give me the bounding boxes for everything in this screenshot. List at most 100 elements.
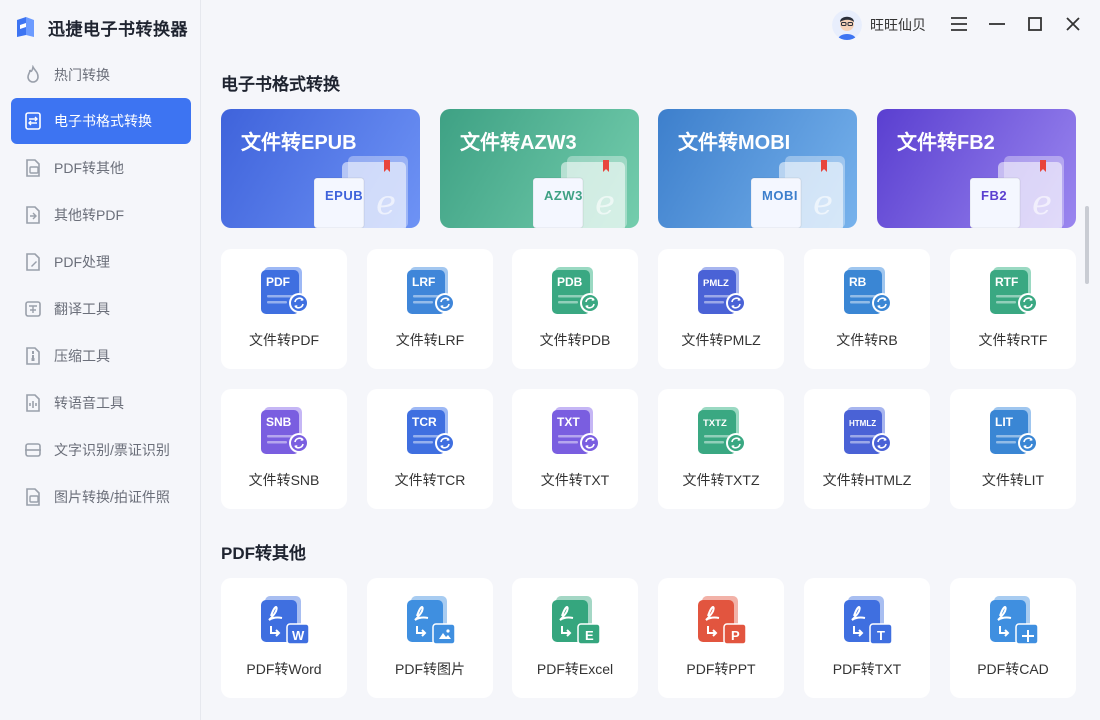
pdf-card-txt[interactable]: T PDF转TXT — [804, 578, 930, 698]
sidebar-item-pdf-process[interactable]: PDF处理 — [11, 238, 191, 285]
convert-card-lit[interactable]: LIT 文件转LIT — [950, 389, 1076, 509]
app-logo-icon — [17, 17, 34, 37]
sidebar-item-speech[interactable]: 转语音工具 — [11, 379, 191, 426]
file-convert-icon: TXT — [552, 407, 600, 454]
pdf-convert-word-icon: W — [261, 596, 310, 644]
image-icon — [22, 486, 44, 508]
hero-card-badge: FB2 — [981, 188, 1008, 203]
convert-card-label: 文件转LRF — [395, 332, 465, 348]
hero-card-mobi[interactable]: 文件转MOBI e MOBI — [658, 109, 857, 228]
minimize-icon — [989, 23, 1005, 25]
convert-card-pdb[interactable]: PDB 文件转PDB — [512, 249, 638, 369]
pdf-convert-ppt-icon: P — [698, 596, 747, 644]
sidebar-item-label: 电子书格式转换 — [54, 113, 152, 129]
sidebar-item-label: PDF转其他 — [54, 159, 124, 176]
svg-text:RB: RB — [849, 275, 867, 289]
convert-card-tcr[interactable]: TCR 文件转TCR — [367, 389, 493, 509]
compress-icon — [22, 345, 44, 367]
file-convert-icon: HTMLZ — [844, 407, 892, 454]
pdf-card-label: PDF转Word — [246, 661, 322, 677]
section-title-pdf: PDF转其他 — [221, 544, 306, 563]
file-convert-icon: TCR — [407, 407, 455, 454]
convert-card-label: 文件转TCR — [394, 472, 466, 488]
convert-card-snb[interactable]: SNB 文件转SNB — [221, 389, 347, 509]
sidebar-item-image[interactable]: 图片转换/拍证件照 — [11, 473, 191, 520]
pdf-card-image[interactable]: PDF转图片 — [367, 578, 493, 698]
pdf-card-ppt[interactable]: P PDF转PPT — [658, 578, 784, 698]
minimize-button[interactable] — [987, 14, 1007, 34]
pdf-edit-icon — [22, 251, 44, 273]
file-convert-icon: PMLZ — [698, 267, 746, 314]
svg-text:TCR: TCR — [412, 415, 437, 429]
hero-card-azw3[interactable]: 文件转AZW3 e AZW3 — [440, 109, 639, 228]
svg-text:e: e — [376, 183, 396, 223]
pdf-card-label: PDF转TXT — [832, 661, 902, 677]
hero-card-badge: AZW3 — [544, 188, 583, 203]
to-pdf-icon — [22, 204, 44, 226]
pdf-card-label: PDF转图片 — [395, 661, 465, 677]
pdf-card-label: PDF转Excel — [536, 661, 614, 677]
pdf-card-cad[interactable]: PDF转CAD — [950, 578, 1076, 698]
avatar[interactable] — [832, 10, 862, 40]
app-brand: 迅捷电子书转换器 — [14, 14, 188, 40]
pdf-convert-cad-icon — [990, 596, 1039, 644]
convert-card-lrf[interactable]: LRF 文件转LRF — [367, 249, 493, 369]
main-content: 电子书格式转换 文件转EPUB e EPUB 文件转AZW3 e AZW3 文件… — [201, 50, 1100, 720]
svg-text:e: e — [595, 183, 615, 223]
file-convert-icon: RB — [844, 267, 892, 314]
sidebar-item-label: 热门转换 — [54, 66, 110, 83]
sidebar-item-pdf-to-other[interactable]: PDF转其他 — [11, 144, 191, 191]
hero-card-badge: EPUB — [325, 188, 364, 203]
convert-card-label: 文件转LIT — [981, 472, 1045, 488]
pdf-card-label: PDF转PPT — [686, 661, 756, 677]
svg-text:TXTZ: TXTZ — [703, 418, 727, 429]
pdf-convert-image-icon — [407, 596, 456, 644]
pdf-convert-excel-icon: E — [552, 596, 601, 644]
app-title: 迅捷电子书转换器 — [48, 19, 188, 39]
file-convert-icon: LRF — [407, 267, 455, 314]
convert-card-txtz[interactable]: TXTZ 文件转TXTZ — [658, 389, 784, 509]
menu-icon — [951, 17, 967, 31]
sidebar-item-other-to-pdf[interactable]: 其他转PDF — [11, 191, 191, 238]
svg-text:PDB: PDB — [557, 275, 583, 289]
sidebar-item-label: 转语音工具 — [54, 394, 124, 411]
convert-card-pmlz[interactable]: PMLZ 文件转PMLZ — [658, 249, 784, 369]
convert-card-rtf[interactable]: RTF 文件转RTF — [950, 249, 1076, 369]
sidebar-item-ebook-convert[interactable]: 电子书格式转换 — [11, 98, 191, 144]
username: 旺旺仙贝 — [870, 17, 926, 33]
pdf-card-word[interactable]: W PDF转Word — [221, 578, 347, 698]
sidebar-nav: 热门转换 电子书格式转换 PDF转其他 其他转PDF PDF处理 翻译工具 压缩… — [11, 51, 191, 520]
convert-card-label: 文件转TXTZ — [682, 472, 760, 488]
sidebar-item-ocr[interactable]: 文字识别/票证识别 — [11, 426, 191, 473]
svg-text:TXT: TXT — [557, 415, 580, 429]
sidebar-item-translate[interactable]: 翻译工具 — [11, 285, 191, 332]
sidebar: 迅捷电子书转换器 热门转换 电子书格式转换 PDF转其他 其他转PDF PDF处… — [0, 0, 201, 720]
convert-card-htmlz[interactable]: HTMLZ 文件转HTMLZ — [804, 389, 930, 509]
sidebar-item-hot[interactable]: 热门转换 — [11, 51, 191, 98]
pdf-card-excel[interactable]: E PDF转Excel — [512, 578, 638, 698]
sidebar-item-label: PDF处理 — [54, 253, 110, 270]
menu-button[interactable] — [949, 14, 969, 34]
convert-card-label: 文件转SNB — [248, 472, 320, 488]
svg-text:PDF: PDF — [266, 275, 290, 289]
svg-text:SNB: SNB — [266, 415, 292, 429]
convert-card-rb[interactable]: RB 文件转RB — [804, 249, 930, 369]
scrollbar[interactable] — [1085, 206, 1089, 284]
title-bar: 旺旺仙贝 — [201, 0, 1100, 50]
maximize-button[interactable] — [1025, 14, 1045, 34]
convert-card-txt[interactable]: TXT 文件转TXT — [512, 389, 638, 509]
file-convert-icon: PDF — [261, 267, 309, 314]
sidebar-item-label: 翻译工具 — [54, 300, 110, 317]
section-title-ebook: 电子书格式转换 — [221, 75, 340, 94]
convert-card-pdf[interactable]: PDF 文件转PDF — [221, 249, 347, 369]
hero-card-epub[interactable]: 文件转EPUB e EPUB — [221, 109, 420, 228]
sidebar-item-compress[interactable]: 压缩工具 — [11, 332, 191, 379]
file-convert-icon: SNB — [261, 407, 309, 454]
svg-text:T: T — [877, 628, 885, 643]
user-account[interactable]: 旺旺仙贝 — [832, 10, 926, 40]
svg-text:RTF: RTF — [995, 275, 1018, 289]
fire-icon — [22, 64, 44, 86]
hero-card-fb2[interactable]: 文件转FB2 e FB2 — [877, 109, 1076, 228]
close-button[interactable] — [1063, 14, 1083, 34]
svg-text:P: P — [731, 628, 740, 643]
